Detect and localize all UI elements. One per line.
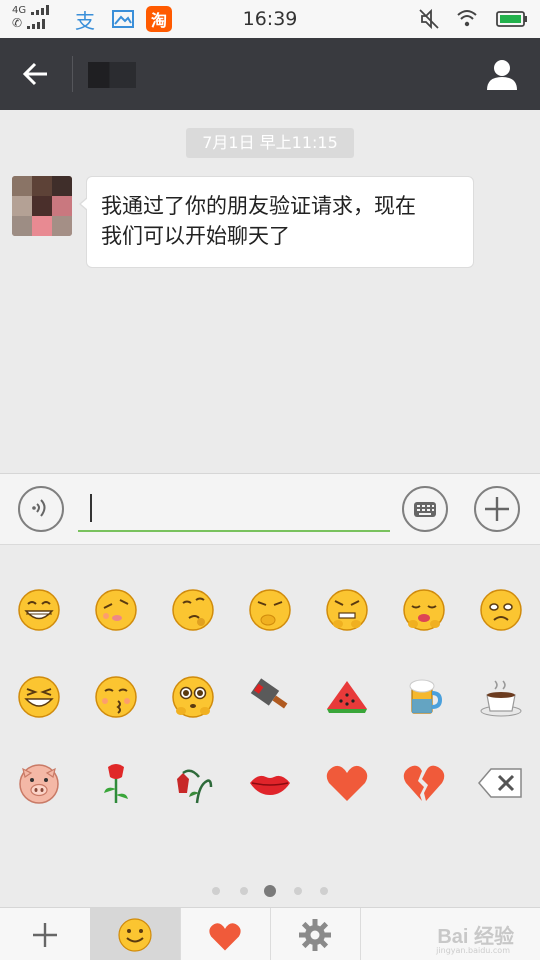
pig-face-icon[interactable]: [15, 759, 63, 807]
page-dot[interactable]: [294, 887, 302, 895]
teary-face-icon[interactable]: [169, 673, 217, 721]
battery-icon: [496, 11, 527, 27]
page-indicator: [0, 885, 540, 897]
gear-icon: [299, 918, 331, 951]
header-divider: [72, 56, 73, 92]
smiley-icon: [118, 917, 152, 952]
text-cursor: [90, 494, 92, 522]
kiss-face-icon[interactable]: [92, 673, 140, 721]
wifi-icon: [457, 10, 477, 27]
plus-icon: [485, 497, 509, 521]
thinking-face-icon[interactable]: [169, 586, 217, 634]
rose-icon[interactable]: [92, 759, 140, 807]
page-dot[interactable]: [320, 887, 328, 895]
settings-tab[interactable]: [270, 908, 360, 960]
contact-name: [88, 62, 136, 88]
page-dot[interactable]: [212, 887, 220, 895]
message-timestamp: 7月1日 早上11:15: [186, 128, 354, 158]
coffee-icon[interactable]: [477, 673, 525, 721]
watermark: Bai 经验: [437, 926, 514, 948]
emoji-category-bar: Bai 经验 jingyan.baidu.com: [0, 907, 540, 960]
arrow-left-icon[interactable]: [20, 58, 52, 90]
bored-face-icon[interactable]: [400, 586, 448, 634]
status-bar: 4G ✆ 支 淘 16:39: [0, 0, 540, 38]
lips-icon[interactable]: [246, 759, 294, 807]
chat-screen: 4G ✆ 支 淘 16:39 7月1日 早上11:15 我通过了你的朋友验证请求…: [0, 0, 540, 960]
heart-icon[interactable]: [323, 759, 371, 807]
add-sticker-tab[interactable]: [0, 908, 90, 960]
message-input[interactable]: [78, 484, 390, 532]
emoji-tab[interactable]: [90, 908, 180, 960]
message-bubble[interactable]: 我通过了你的朋友验证请求，现在 我们可以开始聊天了: [79, 176, 474, 268]
grin-face-icon[interactable]: [15, 586, 63, 634]
keyboard-toggle-button[interactable]: [402, 486, 448, 532]
more-actions-button[interactable]: [474, 486, 520, 532]
message-text-line-1: 我通过了你的朋友验证请求，现在: [101, 194, 416, 218]
message-list[interactable]: 7月1日 早上11:15 我通过了你的朋友验证请求，现在 我们可以开始聊天了: [0, 110, 540, 473]
chat-header: [0, 38, 540, 110]
emoji-panel: [0, 545, 540, 907]
message-text-line-2: 我们可以开始聊天了: [101, 224, 290, 248]
plus-icon: [33, 922, 57, 947]
page-dot-active[interactable]: [264, 885, 276, 897]
cleaver-icon[interactable]: [246, 673, 294, 721]
avatar[interactable]: [12, 176, 72, 236]
shush-face-icon[interactable]: [246, 586, 294, 634]
watermark-url: jingyan.baidu.com: [436, 946, 510, 955]
voice-icon: [32, 499, 46, 517]
wilted-rose-icon[interactable]: [169, 759, 217, 807]
person-icon[interactable]: [484, 56, 520, 92]
grumpy-face-icon[interactable]: [323, 586, 371, 634]
squint-grin-face-icon[interactable]: [15, 673, 63, 721]
page-dot[interactable]: [240, 887, 248, 895]
beer-icon[interactable]: [400, 673, 448, 721]
keyboard-icon: [414, 502, 436, 517]
mute-icon: [419, 8, 439, 30]
watermelon-icon[interactable]: [323, 673, 371, 721]
broken-heart-icon[interactable]: [400, 759, 448, 807]
sad-face-icon[interactable]: [477, 586, 525, 634]
heart-icon: [209, 922, 241, 950]
voice-button[interactable]: [18, 486, 64, 532]
input-bar: [0, 473, 540, 545]
sleepy-face-icon[interactable]: [92, 586, 140, 634]
backspace-icon[interactable]: [477, 759, 525, 807]
favorites-tab[interactable]: [180, 908, 270, 960]
